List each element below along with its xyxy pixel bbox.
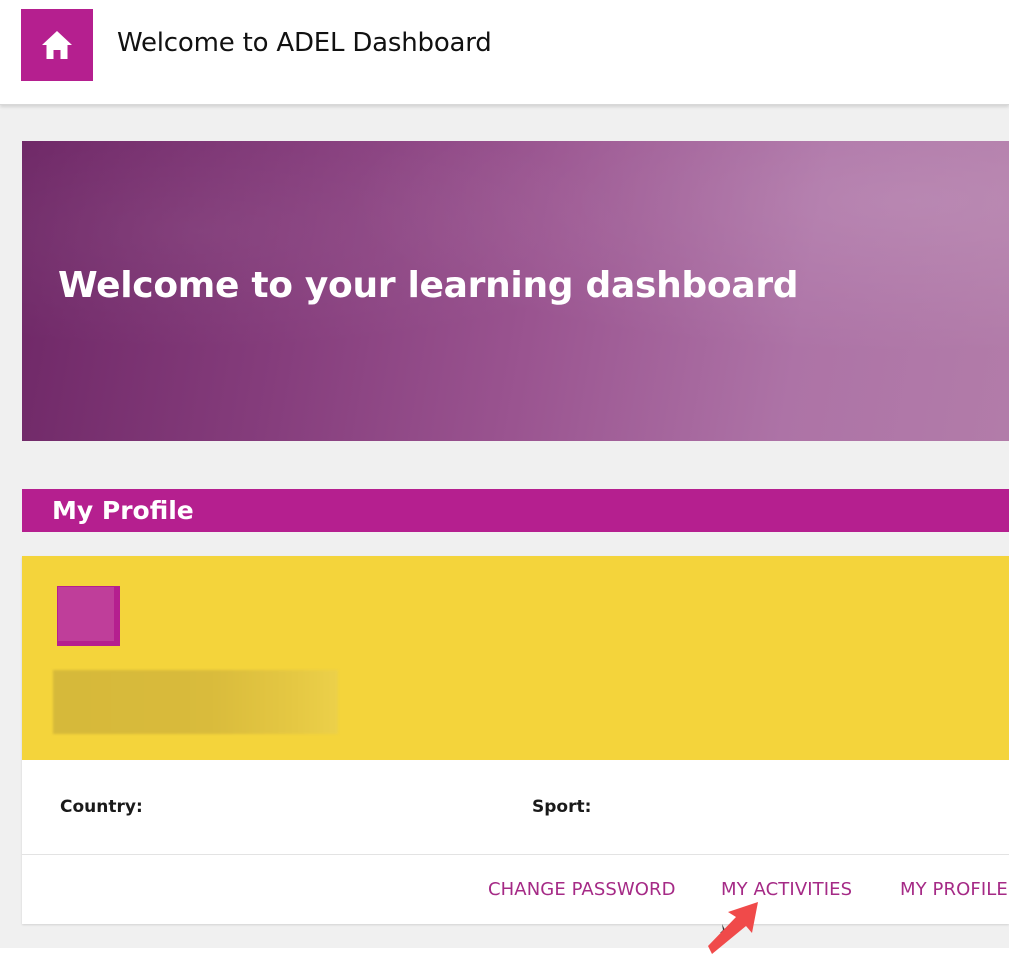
country-label: Country:	[60, 797, 143, 817]
avatar-image	[58, 587, 114, 641]
hero-banner: Welcome to your learning dashboard	[22, 141, 1009, 441]
profile-section-header: My Profile	[22, 489, 1009, 532]
profile-actions: CHANGE PASSWORD MY ACTIVITIES MY PROFILE	[22, 855, 1009, 924]
my-activities-link[interactable]: MY ACTIVITIES	[721, 879, 852, 900]
app-title: Welcome to ADEL Dashboard	[117, 28, 492, 58]
user-name-redacted	[53, 670, 338, 734]
profile-card: Country: Sport: CHANGE PASSWORD MY ACTIV…	[22, 556, 1009, 924]
my-profile-link[interactable]: MY PROFILE	[900, 879, 1008, 900]
hero-title: Welcome to your learning dashboard	[58, 265, 799, 306]
home-icon	[42, 31, 72, 59]
top-bar: Welcome to ADEL Dashboard	[0, 0, 1009, 105]
sport-label: Sport:	[532, 797, 592, 817]
profile-summary	[22, 556, 1009, 760]
avatar	[57, 586, 120, 646]
change-password-link[interactable]: CHANGE PASSWORD	[488, 879, 676, 900]
annotation-arrow-icon	[708, 902, 758, 954]
profile-fields: Country: Sport:	[22, 760, 1009, 855]
home-button[interactable]	[21, 9, 93, 81]
profile-section-title: My Profile	[52, 496, 194, 525]
